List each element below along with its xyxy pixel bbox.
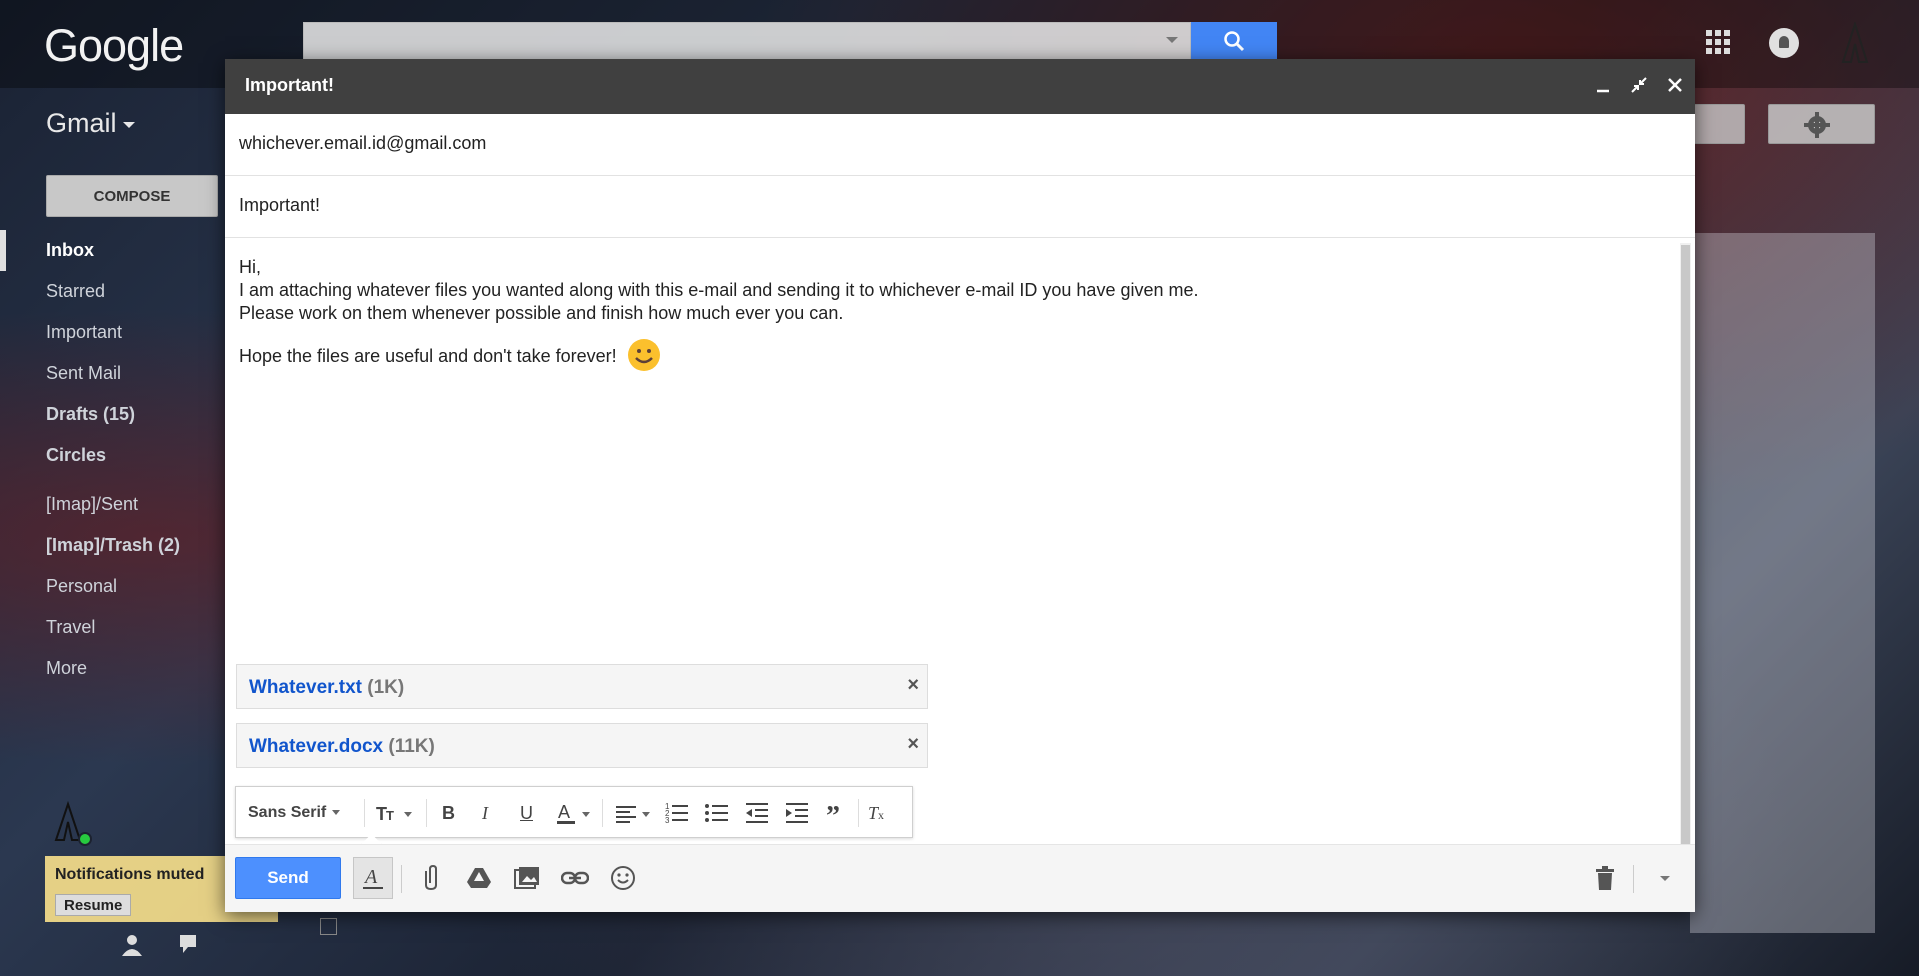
account-avatar[interactable] xyxy=(1835,20,1875,66)
insert-link-icon[interactable] xyxy=(555,857,595,899)
gear-icon xyxy=(1804,112,1830,138)
attachment-name[interactable]: Whatever.txt xyxy=(249,677,362,698)
scrollbar-thumb[interactable] xyxy=(1681,245,1690,845)
indent-less-icon[interactable] xyxy=(744,800,770,826)
notifications-muted-text: Notifications muted xyxy=(55,866,205,883)
remove-attachment-icon[interactable]: × xyxy=(907,733,919,756)
underline-icon[interactable]: U xyxy=(520,800,533,826)
attachment-size: (11K) xyxy=(388,736,435,757)
body-line: Hi, xyxy=(239,257,261,277)
sidebar-item-drafts[interactable]: Drafts (15) xyxy=(0,394,230,435)
sidebar: Inbox Starred Important Sent Mail Drafts… xyxy=(0,230,230,689)
body-line: Hope the files are useful and don't take… xyxy=(239,345,617,366)
font-size-icon[interactable]: T T xyxy=(376,800,416,826)
remove-formatting-icon[interactable]: Tx xyxy=(868,800,884,826)
exit-fullscreen-icon[interactable] xyxy=(1625,71,1653,99)
more-options-chevron-down-icon[interactable] xyxy=(1645,857,1685,899)
numbered-list-icon[interactable]: 1 2 3 xyxy=(664,800,690,826)
formatting-options-icon[interactable]: A xyxy=(353,857,393,899)
svg-text:T: T xyxy=(386,808,394,823)
to-field[interactable]: whichever.email.id@gmail.com xyxy=(225,114,1695,176)
remove-attachment-icon[interactable]: × xyxy=(907,674,919,697)
message-list-pane xyxy=(1690,233,1875,933)
svg-text:A: A xyxy=(363,866,378,888)
svg-text:3: 3 xyxy=(665,816,670,825)
message-body[interactable]: Hi, I am attaching whatever files you wa… xyxy=(239,256,1659,375)
google-drive-icon[interactable] xyxy=(459,857,499,899)
subject-field[interactable]: Important! xyxy=(225,176,1695,238)
bold-icon[interactable]: B xyxy=(442,800,455,826)
chevron-down-icon xyxy=(122,121,135,128)
person-icon[interactable] xyxy=(120,932,144,956)
quote-icon[interactable]: ” xyxy=(826,800,840,832)
sidebar-item-travel[interactable]: Travel xyxy=(0,607,230,648)
gmail-label-text: Gmail xyxy=(46,108,117,138)
sidebar-item-sent-mail[interactable]: Sent Mail xyxy=(0,353,230,394)
more-actions-button[interactable] xyxy=(1690,104,1745,144)
body-line: I am attaching whatever files you wanted… xyxy=(239,280,1199,300)
search-input[interactable] xyxy=(303,22,1191,62)
bulleted-list-icon[interactable] xyxy=(704,800,730,826)
sidebar-item-starred[interactable]: Starred xyxy=(0,271,230,312)
attachment-name[interactable]: Whatever.docx xyxy=(249,736,383,757)
search-icon xyxy=(1224,30,1245,51)
subject-text: Important! xyxy=(239,195,321,215)
sidebar-item-more[interactable]: More xyxy=(0,648,230,689)
smiley-emoji-icon xyxy=(627,339,660,371)
resume-button[interactable]: Resume xyxy=(55,894,132,916)
compose-header: Important! xyxy=(225,59,1695,114)
minimize-icon[interactable] xyxy=(1589,71,1617,99)
gmail-menu[interactable]: Gmail xyxy=(46,108,135,139)
attach-files-icon[interactable] xyxy=(411,857,451,899)
notifications-bell-icon[interactable] xyxy=(1769,28,1799,58)
chevron-down-icon xyxy=(332,810,341,816)
sidebar-item-inbox[interactable]: Inbox xyxy=(0,230,230,271)
font-family-label: Sans Serif xyxy=(248,804,327,821)
sidebar-item-imap-sent[interactable]: [Imap]/Sent xyxy=(0,484,230,525)
row-checkbox[interactable] xyxy=(320,918,337,935)
search-options-caret-icon[interactable] xyxy=(1166,37,1178,43)
compose-action-bar: Send A xyxy=(225,844,1695,912)
settings-button[interactable] xyxy=(1768,104,1875,144)
close-icon[interactable] xyxy=(1661,71,1689,99)
to-recipient: whichever.email.id@gmail.com xyxy=(239,133,487,153)
search-button[interactable] xyxy=(1191,22,1277,62)
text-color-icon[interactable]: A xyxy=(556,800,594,826)
apps-grid-icon[interactable] xyxy=(1706,30,1730,54)
assassin-logo-icon xyxy=(1841,20,1869,63)
send-button[interactable]: Send xyxy=(235,857,341,899)
attachment-chip[interactable]: Whatever.txt (1K) × xyxy=(236,664,928,709)
insert-photo-icon[interactable] xyxy=(507,857,547,899)
font-family-select[interactable]: Sans Serif xyxy=(248,800,341,826)
discard-draft-trash-icon[interactable] xyxy=(1585,857,1625,899)
compose-button[interactable]: COMPOSE xyxy=(46,175,218,217)
compose-title: Important! xyxy=(245,75,334,95)
italic-icon[interactable]: I xyxy=(482,800,488,826)
sidebar-item-important[interactable]: Important xyxy=(0,312,230,353)
attachment-size: (1K) xyxy=(367,677,405,698)
google-logo[interactable]: Google xyxy=(44,20,184,72)
insert-emoji-icon[interactable] xyxy=(603,857,643,899)
attachment-chip[interactable]: Whatever.docx (11K) × xyxy=(236,723,928,768)
sidebar-item-circles[interactable]: Circles xyxy=(0,435,230,476)
sidebar-item-personal[interactable]: Personal xyxy=(0,566,230,607)
align-icon[interactable] xyxy=(614,800,654,826)
online-status-icon xyxy=(78,832,92,846)
svg-text:A: A xyxy=(558,802,570,822)
body-line: Please work on them whenever possible an… xyxy=(239,303,844,323)
hangouts-profile[interactable] xyxy=(46,800,206,850)
chat-bubble-icon[interactable] xyxy=(176,932,200,956)
sidebar-item-imap-trash[interactable]: [Imap]/Trash (2) xyxy=(0,525,230,566)
compose-window: Important! whichever.email.id@gmail.com … xyxy=(225,59,1695,912)
indent-more-icon[interactable] xyxy=(784,800,810,826)
formatting-toolbar: Sans Serif T T B I U A 1 2 3 ” Tx xyxy=(235,786,913,838)
